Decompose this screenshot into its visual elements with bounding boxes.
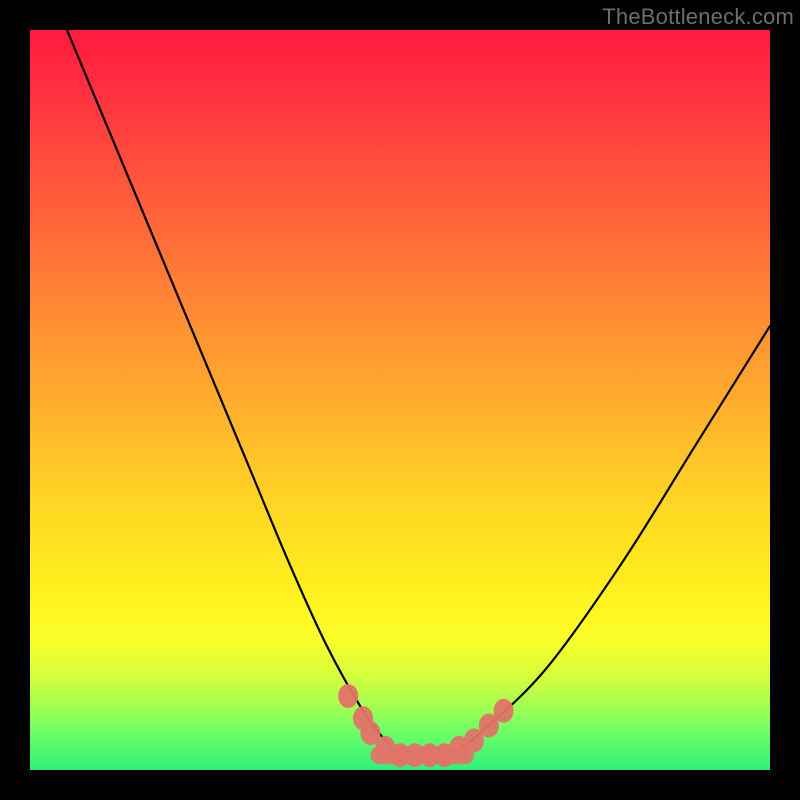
- highlight-marker: [494, 699, 514, 723]
- bottleneck-curve: [67, 30, 770, 756]
- highlight-marker: [338, 684, 358, 708]
- watermark-text: TheBottleneck.com: [602, 4, 794, 30]
- chart-frame: TheBottleneck.com: [0, 0, 800, 800]
- plot-area: [30, 30, 770, 770]
- curve-svg: [30, 30, 770, 770]
- highlight-markers: [338, 684, 513, 767]
